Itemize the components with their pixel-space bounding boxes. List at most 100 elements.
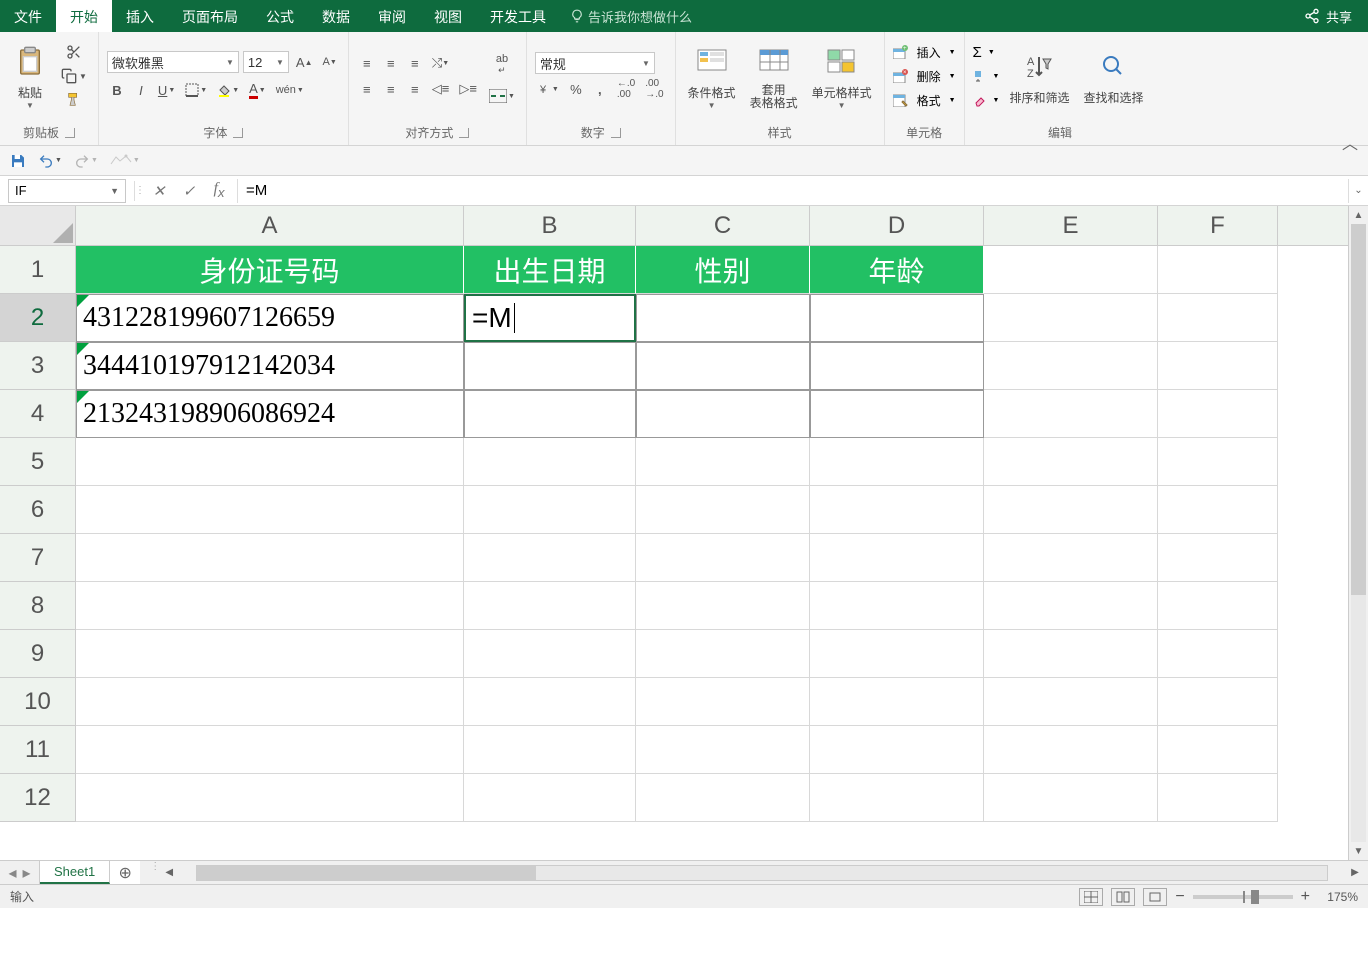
cell-D4[interactable]: [810, 390, 984, 438]
name-box[interactable]: IF▼: [8, 179, 126, 203]
cut-button[interactable]: [58, 42, 90, 62]
cell-D9[interactable]: [810, 630, 984, 678]
cell-A11[interactable]: [76, 726, 464, 774]
align-left-button[interactable]: ≡: [357, 79, 377, 99]
cell-F8[interactable]: [1158, 582, 1278, 630]
cell-F11[interactable]: [1158, 726, 1278, 774]
tab-developer[interactable]: 开发工具: [476, 0, 560, 32]
scroll-up-button[interactable]: ▲: [1349, 206, 1368, 224]
insert-function-button[interactable]: fx: [209, 180, 229, 200]
row-header-12[interactable]: 12: [0, 774, 76, 822]
orientation-button[interactable]: ⤭▼: [429, 53, 452, 73]
insert-cells-button[interactable]: +插入▼: [893, 41, 956, 63]
row-header-5[interactable]: 5: [0, 438, 76, 486]
row-header-4[interactable]: 4: [0, 390, 76, 438]
clipboard-launcher[interactable]: [65, 128, 75, 138]
number-launcher[interactable]: [611, 128, 621, 138]
cell-E9[interactable]: [984, 630, 1158, 678]
cell-B9[interactable]: [464, 630, 636, 678]
row-header-1[interactable]: 1: [0, 246, 76, 294]
conditional-format-button[interactable]: 条件格式 ▼: [684, 36, 740, 116]
phonetic-button[interactable]: wén▼: [273, 80, 307, 100]
italic-button[interactable]: I: [131, 80, 151, 100]
cell-B4[interactable]: [464, 390, 636, 438]
col-header-F[interactable]: F: [1158, 206, 1278, 245]
cell-D6[interactable]: [810, 486, 984, 534]
font-size-dropdown[interactable]: 12▼: [243, 51, 289, 73]
col-header-E[interactable]: E: [984, 206, 1158, 245]
cell-C10[interactable]: [636, 678, 810, 726]
cell-A7[interactable]: [76, 534, 464, 582]
cell-B10[interactable]: [464, 678, 636, 726]
row-header-3[interactable]: 3: [0, 342, 76, 390]
format-as-table-button[interactable]: 套用 表格格式: [746, 36, 802, 116]
page-layout-view-button[interactable]: [1111, 888, 1135, 906]
cell-E12[interactable]: [984, 774, 1158, 822]
increase-font-button[interactable]: A▲: [293, 52, 316, 72]
sheet-tab-1[interactable]: Sheet1: [40, 861, 110, 884]
row-header-6[interactable]: 6: [0, 486, 76, 534]
cell-A2[interactable]: 431228199607126659: [76, 294, 464, 342]
save-button[interactable]: [10, 153, 26, 169]
decrease-indent-button[interactable]: ◁≡: [429, 79, 453, 99]
col-header-C[interactable]: C: [636, 206, 810, 245]
col-header-B[interactable]: B: [464, 206, 636, 245]
copy-button[interactable]: ▼: [58, 66, 90, 86]
cell-F12[interactable]: [1158, 774, 1278, 822]
share-button[interactable]: 共享: [1326, 7, 1352, 26]
expand-formula-bar-button[interactable]: ⌄: [1348, 179, 1368, 203]
row-header-7[interactable]: 7: [0, 534, 76, 582]
cell-E7[interactable]: [984, 534, 1158, 582]
comma-button[interactable]: ,: [590, 79, 610, 99]
sheet-nav-buttons[interactable]: ◂▸: [0, 861, 40, 884]
cell-D12[interactable]: [810, 774, 984, 822]
clear-button[interactable]: ▼: [973, 89, 1000, 111]
align-center-button[interactable]: ≡: [381, 79, 401, 99]
zoom-out-button[interactable]: −: [1175, 888, 1184, 906]
tab-page-layout[interactable]: 页面布局: [168, 0, 252, 32]
cell-C7[interactable]: [636, 534, 810, 582]
bold-button[interactable]: B: [107, 80, 127, 100]
cell-A8[interactable]: [76, 582, 464, 630]
cell-E11[interactable]: [984, 726, 1158, 774]
row-header-11[interactable]: 11: [0, 726, 76, 774]
align-bottom-button[interactable]: ≡: [405, 53, 425, 73]
cell-styles-button[interactable]: 单元格样式 ▼: [808, 36, 876, 116]
format-cells-button[interactable]: 格式▼: [893, 89, 956, 111]
cell-B1[interactable]: 出生日期: [464, 246, 636, 294]
cell-C11[interactable]: [636, 726, 810, 774]
normal-view-button[interactable]: [1079, 888, 1103, 906]
cell-E6[interactable]: [984, 486, 1158, 534]
fill-color-button[interactable]: ▼: [214, 80, 242, 100]
cell-C8[interactable]: [636, 582, 810, 630]
cell-B12[interactable]: [464, 774, 636, 822]
merge-button[interactable]: ▼: [486, 86, 518, 106]
scroll-down-button[interactable]: ▼: [1349, 842, 1368, 860]
cancel-formula-button[interactable]: ✕: [149, 182, 169, 200]
cell-F2[interactable]: [1158, 294, 1278, 342]
zoom-slider-thumb[interactable]: [1251, 890, 1259, 904]
cell-C2[interactable]: [636, 294, 810, 342]
cell-F9[interactable]: [1158, 630, 1278, 678]
formula-input[interactable]: =M: [237, 179, 1348, 203]
cell-A6[interactable]: [76, 486, 464, 534]
zoom-in-button[interactable]: +: [1301, 888, 1310, 906]
hscroll-track[interactable]: [196, 865, 1328, 881]
zoom-level[interactable]: 175%: [1318, 890, 1358, 904]
redo-button[interactable]: ▼: [74, 153, 98, 169]
alignment-launcher[interactable]: [459, 128, 469, 138]
qat-extra-button[interactable]: ▼: [110, 154, 140, 168]
row-header-10[interactable]: 10: [0, 678, 76, 726]
cell-C5[interactable]: [636, 438, 810, 486]
row-header-9[interactable]: 9: [0, 630, 76, 678]
font-launcher[interactable]: [233, 128, 243, 138]
cell-F3[interactable]: [1158, 342, 1278, 390]
active-cell-editor[interactable]: =M: [464, 294, 636, 342]
row-header-2[interactable]: 2: [0, 294, 76, 342]
tab-formulas[interactable]: 公式: [252, 0, 308, 32]
cell-A4[interactable]: 213243198906086924: [76, 390, 464, 438]
vscroll-track[interactable]: [1351, 224, 1366, 842]
tab-review[interactable]: 审阅: [364, 0, 420, 32]
hscroll-thumb[interactable]: [197, 866, 536, 880]
cell-C1[interactable]: 性别: [636, 246, 810, 294]
